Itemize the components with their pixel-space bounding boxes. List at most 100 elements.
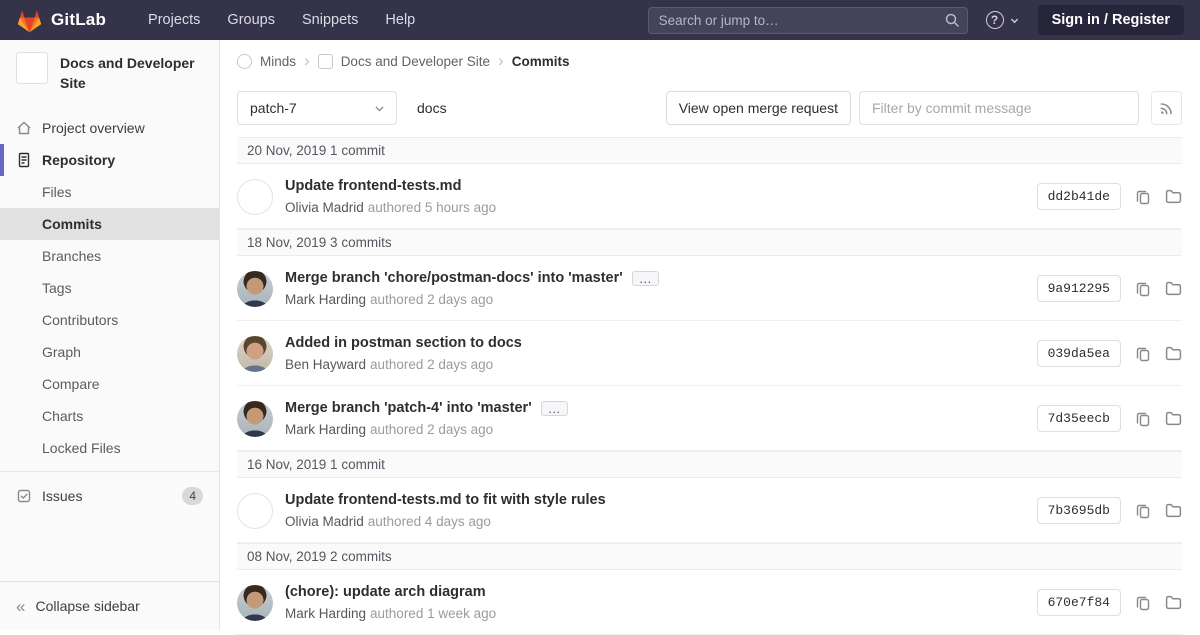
- help-dropdown[interactable]: ?: [985, 11, 1020, 29]
- view-merge-request-button[interactable]: View open merge request: [665, 91, 851, 125]
- navbar-item-help[interactable]: Help: [385, 12, 415, 28]
- commit-meta: Ben Hayward authored 2 days ago: [285, 355, 1037, 374]
- main-content: Minds › Docs and Developer Site › Commit…: [221, 40, 1200, 635]
- sidebar-nav: Project overview Repository Files Commits…: [0, 112, 219, 513]
- copy-sha-button[interactable]: [1135, 346, 1151, 362]
- sidebar-subitem-charts[interactable]: Charts: [0, 400, 219, 432]
- commit-row: (chore): update arch diagram Mark Hardin…: [237, 570, 1182, 635]
- expand-commit-message-button[interactable]: …: [540, 401, 568, 416]
- commit-date-label: 16 Nov, 2019 1 commit: [247, 457, 385, 472]
- search-input[interactable]: [647, 6, 968, 34]
- browse-files-button[interactable]: [1165, 594, 1182, 611]
- commit-sha[interactable]: 039da5ea: [1036, 340, 1121, 367]
- sidebar-subitem-contributors[interactable]: Contributors: [0, 304, 219, 336]
- commit-author-link[interactable]: Mark Harding: [285, 292, 366, 307]
- browse-files-button[interactable]: [1165, 280, 1182, 297]
- sidebar-item-issues[interactable]: Issues 4: [0, 479, 219, 513]
- sidebar-subitem-label: Compare: [42, 375, 100, 392]
- copy-sha-button[interactable]: [1135, 281, 1151, 297]
- breadcrumb-project-link[interactable]: Docs and Developer Site: [341, 54, 490, 69]
- commit-author-avatar[interactable]: [237, 400, 273, 437]
- commit-title-link[interactable]: Added in postman section to docs: [285, 333, 522, 354]
- commit-author-avatar[interactable]: [237, 270, 273, 307]
- commits-feed-button[interactable]: [1151, 91, 1182, 125]
- commit-title-link[interactable]: Merge branch 'chore/postman-docs' into '…: [285, 268, 623, 289]
- browse-files-button[interactable]: [1165, 345, 1182, 362]
- navbar-menu-label: Snippets: [301, 12, 359, 28]
- commit-sha[interactable]: 9a912295: [1036, 275, 1121, 302]
- chevron-right-icon: ›: [498, 51, 504, 70]
- commit-date-header: 16 Nov, 2019 1 commit: [237, 451, 1182, 478]
- sidebar-subitem-graph[interactable]: Graph: [0, 336, 219, 368]
- project-title: Docs and Developer Site: [60, 55, 195, 92]
- commit-time: authored 2 days ago: [370, 422, 494, 437]
- commit-author-avatar[interactable]: [237, 584, 273, 621]
- sidebar-subitem-locked-files[interactable]: Locked Files: [0, 432, 219, 464]
- commit-sha[interactable]: 7b3695db: [1036, 497, 1121, 524]
- sidebar-subitem-commits[interactable]: Commits: [0, 207, 219, 240]
- commit-list: 20 Nov, 2019 1 commit Update frontend-te…: [237, 137, 1182, 635]
- browse-files-button[interactable]: [1165, 502, 1182, 519]
- commit-author-link[interactable]: Ben Hayward: [285, 357, 366, 372]
- commit-author-link[interactable]: Mark Harding: [285, 422, 366, 437]
- sidebar-item-project-overview[interactable]: Project overview: [0, 112, 219, 144]
- commit-author-avatar[interactable]: [237, 335, 273, 372]
- commit-author-link[interactable]: Mark Harding: [285, 606, 366, 621]
- commit-title-line: Added in postman section to docs: [285, 333, 1037, 354]
- commit-filter-input[interactable]: [859, 91, 1139, 125]
- sidebar-item-repository[interactable]: Repository: [0, 143, 219, 176]
- expand-commit-message-button[interactable]: …: [631, 271, 659, 286]
- commit-author-link[interactable]: Olivia Madrid: [285, 514, 364, 529]
- copy-sha-button[interactable]: [1135, 595, 1151, 611]
- navbar-menu-label: Projects: [148, 12, 201, 28]
- commit-title-link[interactable]: Update frontend-tests.md to fit with sty…: [285, 490, 606, 511]
- copy-sha-button[interactable]: [1135, 411, 1151, 427]
- commit-sha[interactable]: 670e7f84: [1036, 589, 1121, 616]
- sidebar-subitem-label: Charts: [42, 407, 84, 424]
- commit-author-link[interactable]: Olivia Madrid: [285, 200, 364, 215]
- commit-row: Added in postman section to docs Ben Hay…: [237, 321, 1182, 386]
- commit-author-avatar[interactable]: [237, 492, 273, 529]
- project-avatar-icon: [317, 54, 333, 69]
- navbar-item-projects[interactable]: Projects: [148, 12, 200, 28]
- browse-files-button[interactable]: [1165, 410, 1182, 427]
- sidebar-subitem-branches[interactable]: Branches: [0, 240, 219, 272]
- commit-title-link[interactable]: Update frontend-tests.md: [285, 176, 461, 197]
- sign-in-button[interactable]: Sign in / Register: [1037, 5, 1184, 35]
- collapse-sidebar-button[interactable]: « Collapse sidebar: [0, 581, 219, 630]
- commit-date-header: 08 Nov, 2019 2 commits: [237, 543, 1182, 570]
- gitlab-logo[interactable]: GitLab: [16, 8, 106, 33]
- gitlab-logo-text: GitLab: [51, 10, 107, 29]
- commit-sha[interactable]: 7d35eecb: [1036, 405, 1121, 432]
- commit-meta: Olivia Madrid authored 5 hours ago: [285, 198, 1037, 217]
- commit-title-link[interactable]: Merge branch 'patch-4' into 'master': [285, 398, 532, 419]
- commit-actions: 039da5ea: [1036, 340, 1182, 367]
- commit-time: authored 4 days ago: [367, 514, 491, 529]
- commit-actions: 7b3695db: [1036, 497, 1182, 524]
- commit-time: authored 2 days ago: [370, 292, 494, 307]
- navbar-menu-label: Groups: [227, 12, 275, 28]
- branch-selector[interactable]: patch-7: [237, 91, 397, 125]
- browse-files-button[interactable]: [1165, 188, 1182, 205]
- sidebar-subitem-label: Commits: [42, 215, 102, 232]
- sidebar-subitem-files[interactable]: Files: [0, 176, 219, 208]
- navbar-item-groups[interactable]: Groups: [227, 12, 275, 28]
- sidebar-subitem-label: Contributors: [42, 311, 119, 328]
- sidebar-subitem-tags[interactable]: Tags: [0, 272, 219, 304]
- project-context-header[interactable]: Docs and Developer Site: [0, 40, 219, 104]
- commit-meta: Mark Harding authored 2 days ago: [285, 290, 1037, 309]
- navbar-item-snippets[interactable]: Snippets: [302, 12, 358, 28]
- search-icon: [944, 12, 960, 28]
- sidebar-subitem-label: Tags: [42, 279, 72, 296]
- commit-time: authored 5 hours ago: [367, 200, 497, 215]
- sidebar-divider: [0, 470, 219, 472]
- sidebar-subitem-compare[interactable]: Compare: [0, 368, 219, 400]
- commit-sha[interactable]: dd2b41de: [1036, 183, 1121, 210]
- copy-sha-button[interactable]: [1135, 503, 1151, 519]
- breadcrumb-group-link[interactable]: Minds: [260, 54, 296, 69]
- copy-sha-button[interactable]: [1135, 189, 1151, 205]
- commit-author-avatar[interactable]: [237, 178, 273, 215]
- chevron-down-icon: [373, 102, 386, 115]
- commit-meta: Mark Harding authored 2 days ago: [285, 420, 1037, 439]
- commit-title-link[interactable]: (chore): update arch diagram: [285, 582, 486, 603]
